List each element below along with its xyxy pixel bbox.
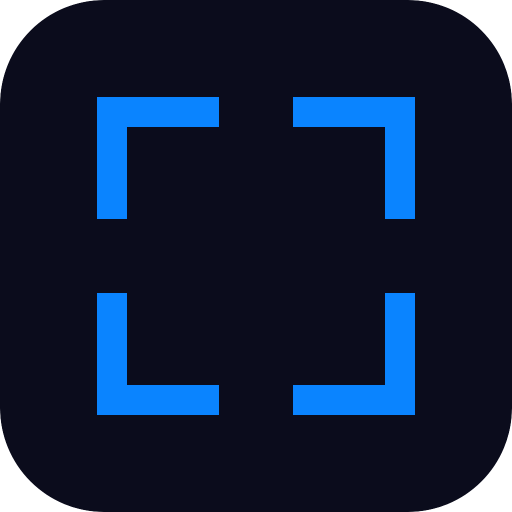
app-icon: [0, 0, 512, 512]
fullscreen-frame-icon: [0, 0, 512, 512]
icon-background: [0, 0, 512, 512]
